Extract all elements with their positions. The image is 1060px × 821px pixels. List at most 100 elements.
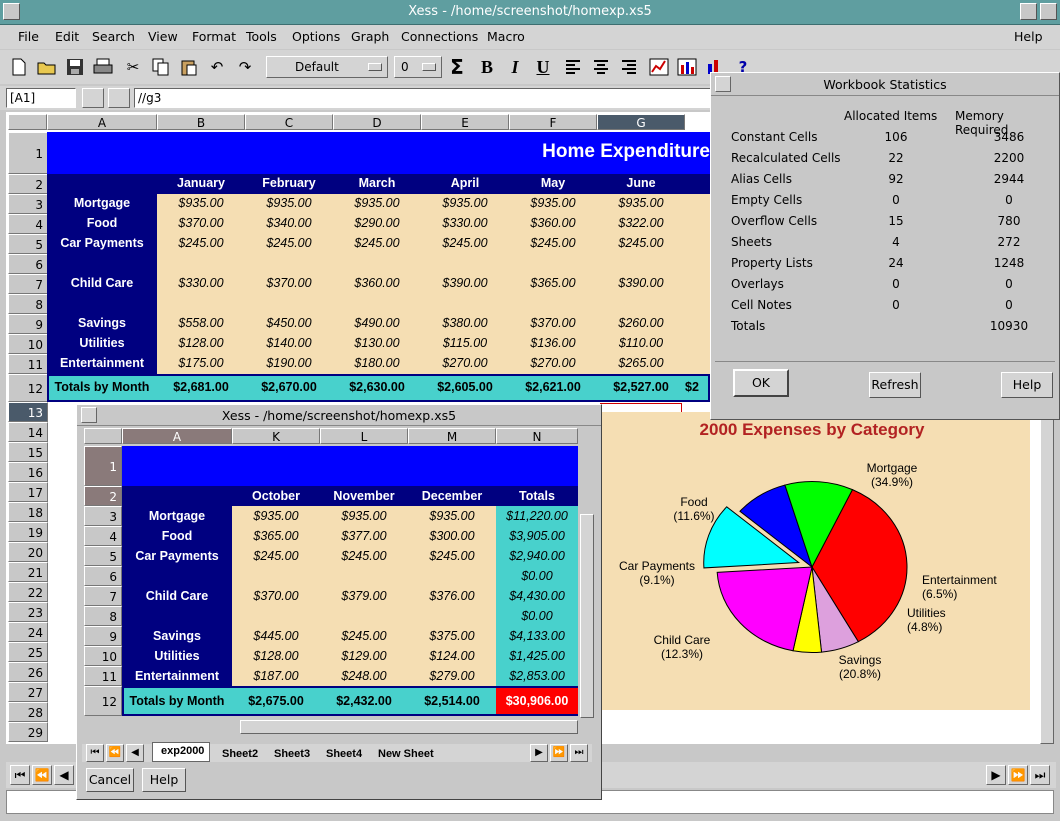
value-cell[interactable]: $370.00 xyxy=(157,216,245,230)
value-cell[interactable]: $270.00 xyxy=(421,356,509,370)
column-header-a[interactable]: A xyxy=(47,114,157,130)
sub-first-sheet-button[interactable]: ⏮ xyxy=(86,744,104,762)
sub-value-cell[interactable]: $0.00 xyxy=(496,569,578,583)
sub-total-cell[interactable]: $2,514.00 xyxy=(408,694,496,708)
sub-prev-sheet-button[interactable]: ⏪ xyxy=(106,744,124,762)
sum-icon[interactable]: Σ xyxy=(444,54,470,80)
sub-value-cell[interactable]: $365.00 xyxy=(232,529,320,543)
sub-value-cell[interactable]: $129.00 xyxy=(320,649,408,663)
tab-sheet2[interactable]: Sheet2 xyxy=(222,748,258,760)
row-header-17[interactable]: 17 xyxy=(8,482,48,502)
bar-chart-icon[interactable] xyxy=(674,54,700,80)
menu-graph[interactable]: Graph xyxy=(351,29,389,44)
sub-column-header-a[interactable]: A xyxy=(122,428,232,444)
value-cell[interactable]: $245.00 xyxy=(597,236,685,250)
sub-value-cell[interactable]: $935.00 xyxy=(232,509,320,523)
tab-new-sheet[interactable]: New Sheet xyxy=(378,748,434,760)
minimize-button[interactable] xyxy=(1020,3,1037,20)
value-cell[interactable]: $370.00 xyxy=(509,316,597,330)
sub-value-cell[interactable]: $375.00 xyxy=(408,629,496,643)
sub-value-cell[interactable]: $11,220.00 xyxy=(496,509,578,523)
sub-row-header-12[interactable]: 12 xyxy=(84,686,122,716)
column-header-f[interactable]: F xyxy=(509,114,597,130)
sub-value-cell[interactable]: $4,430.00 xyxy=(496,589,578,603)
total-cell[interactable]: $2,527.00 xyxy=(597,380,685,394)
tab-sheet4[interactable]: Sheet4 xyxy=(326,748,362,760)
sub-column-header-l[interactable]: L xyxy=(320,428,408,444)
value-cell[interactable]: $245.00 xyxy=(509,236,597,250)
sub-row-header-4[interactable]: 4 xyxy=(84,526,122,546)
sub-value-cell[interactable]: $3,905.00 xyxy=(496,529,578,543)
tab-exp2000[interactable]: exp2000 xyxy=(152,742,210,762)
value-cell[interactable]: $558.00 xyxy=(157,316,245,330)
paste-icon[interactable] xyxy=(176,54,202,80)
align-left-icon[interactable] xyxy=(560,54,586,80)
value-cell[interactable]: $260.00 xyxy=(597,316,685,330)
value-cell[interactable]: $935.00 xyxy=(421,196,509,210)
underline-button[interactable]: U xyxy=(530,54,556,80)
sub-help-button[interactable]: Help xyxy=(142,768,186,792)
sub-row-header-1[interactable]: 1 xyxy=(84,446,122,486)
first-sheet-button[interactable]: ⏮ xyxy=(10,765,30,785)
menu-view[interactable]: View xyxy=(148,29,178,44)
value-cell[interactable]: $245.00 xyxy=(157,236,245,250)
value-cell[interactable]: $935.00 xyxy=(509,196,597,210)
column-header-e[interactable]: E xyxy=(421,114,509,130)
corner-header[interactable] xyxy=(8,114,47,130)
undo-icon[interactable]: ↶ xyxy=(204,54,230,80)
value-cell[interactable]: $330.00 xyxy=(421,216,509,230)
sub-value-cell[interactable]: $4,133.00 xyxy=(496,629,578,643)
sub-row-header-8[interactable]: 8 xyxy=(84,606,122,626)
line-chart-icon[interactable] xyxy=(646,54,672,80)
ok-button[interactable]: OK xyxy=(733,369,789,397)
menu-tools[interactable]: Tools xyxy=(246,29,277,44)
row-header-25[interactable]: 25 xyxy=(8,642,48,662)
value-cell[interactable]: $140.00 xyxy=(245,336,333,350)
column-header-g[interactable]: G xyxy=(597,114,685,130)
row-header-9[interactable]: 9 xyxy=(8,314,48,334)
value-cell[interactable]: $330.00 xyxy=(157,276,245,290)
last-sheet-button[interactable]: ⏭ xyxy=(1030,765,1050,785)
save-icon[interactable] xyxy=(62,54,88,80)
value-cell[interactable]: $450.00 xyxy=(245,316,333,330)
row-header-6[interactable]: 6 xyxy=(8,254,48,274)
sub-forward-sheet-button[interactable]: ⏩ xyxy=(550,744,568,762)
column-header-c[interactable]: C xyxy=(245,114,333,130)
row-header-19[interactable]: 19 xyxy=(8,522,48,542)
sub-column-header-k[interactable]: K xyxy=(232,428,320,444)
value-cell[interactable]: $390.00 xyxy=(597,276,685,290)
align-center-icon[interactable] xyxy=(588,54,614,80)
tab-sheet3[interactable]: Sheet3 xyxy=(274,748,310,760)
size-combo[interactable]: 0 xyxy=(394,56,442,78)
row-header-5[interactable]: 5 xyxy=(8,234,48,254)
print-icon[interactable] xyxy=(90,54,116,80)
sub-row-header-10[interactable]: 10 xyxy=(84,646,122,666)
sub-value-cell[interactable]: $935.00 xyxy=(320,509,408,523)
bold-button[interactable]: B xyxy=(474,54,500,80)
row-header-16[interactable]: 16 xyxy=(8,462,48,482)
formula-accept-button[interactable] xyxy=(108,88,130,108)
row-header-29[interactable]: 29 xyxy=(8,722,48,742)
total-cell[interactable]: $2,670.00 xyxy=(245,380,333,394)
sub-value-cell[interactable]: $245.00 xyxy=(320,549,408,563)
cut-icon[interactable]: ✂ xyxy=(120,54,146,80)
row-header-2[interactable]: 2 xyxy=(8,174,48,194)
menu-connections[interactable]: Connections xyxy=(401,29,478,44)
value-cell[interactable]: $115.00 xyxy=(421,336,509,350)
formula-input[interactable]: //g3 xyxy=(134,88,734,108)
value-cell[interactable]: $245.00 xyxy=(333,236,421,250)
total-cell[interactable]: $2,681.00 xyxy=(157,380,245,394)
menu-edit[interactable]: Edit xyxy=(55,29,79,44)
value-cell[interactable]: $935.00 xyxy=(157,196,245,210)
cancel-button[interactable]: Cancel xyxy=(86,768,134,792)
value-cell[interactable]: $360.00 xyxy=(509,216,597,230)
row-header-15[interactable]: 15 xyxy=(8,442,48,462)
total-cell[interactable]: $2,605.00 xyxy=(421,380,509,394)
sub-row-header-5[interactable]: 5 xyxy=(84,546,122,566)
value-cell[interactable]: $935.00 xyxy=(597,196,685,210)
sub-value-cell[interactable]: $376.00 xyxy=(408,589,496,603)
sub-row-header-6[interactable]: 6 xyxy=(84,566,122,586)
chart-area[interactable]: 2000 Expenses by Category Mortgage (34.9%… xyxy=(602,412,1030,710)
value-cell[interactable]: $322.00 xyxy=(597,216,685,230)
value-cell[interactable]: $110.00 xyxy=(597,336,685,350)
